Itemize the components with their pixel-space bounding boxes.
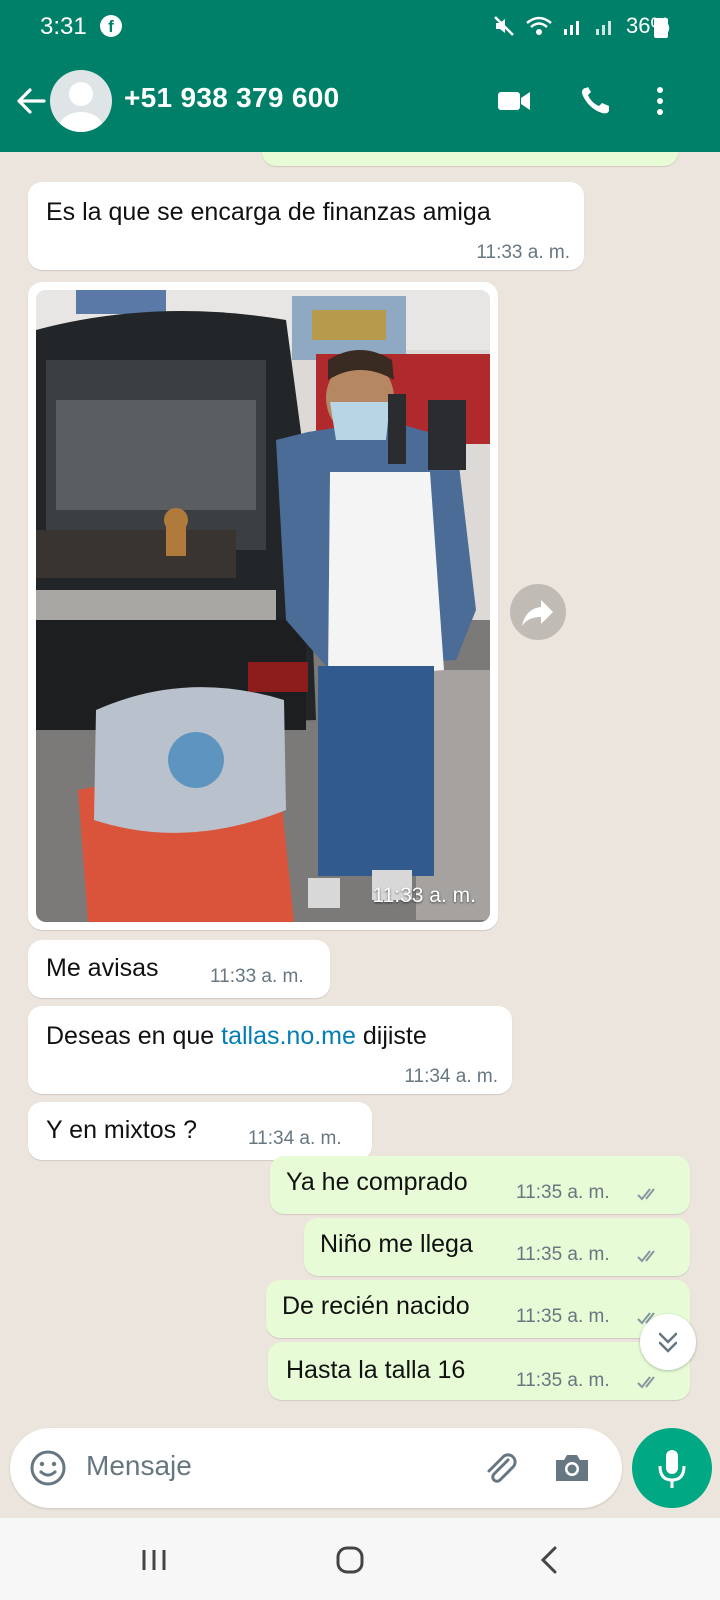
read-receipt-icon (637, 1250, 655, 1263)
message-bubble-outgoing[interactable]: Niño me llega 11:35 a. m. (304, 1218, 690, 1276)
message-time: 11:35 a. m. (516, 1370, 610, 1391)
message-bubble-outgoing[interactable]: Ya he comprado 11:35 a. m. (270, 1156, 690, 1214)
battery-icon (654, 18, 668, 38)
message-time: 11:35 a. m. (516, 1306, 610, 1327)
message-bubble-incoming[interactable]: Me avisas 11:33 a. m. (28, 940, 330, 998)
message-time: 11:35 a. m. (516, 1182, 610, 1203)
home-icon[interactable] (330, 1540, 370, 1580)
message-bubble-incoming[interactable]: Es la que se encarga de finanzas amiga 1… (28, 182, 584, 270)
mute-icon (494, 16, 514, 36)
recent-apps-icon[interactable] (134, 1540, 174, 1580)
avatar[interactable] (50, 70, 112, 132)
message-link[interactable]: tallas.no.me (221, 1022, 356, 1050)
message-composer[interactable]: Mensaje (10, 1428, 622, 1508)
camera-icon[interactable] (552, 1448, 592, 1488)
message-bubble-incoming[interactable]: Deseas en que tallas.no.me dijiste 11:34… (28, 1006, 512, 1094)
mic-button[interactable] (632, 1428, 712, 1508)
more-options-icon[interactable] (650, 86, 670, 116)
message-text: De recién nacido (282, 1292, 470, 1320)
read-receipt-icon (637, 1188, 655, 1201)
video-call-icon[interactable] (496, 86, 532, 116)
message-text: Es la que se encarga de finanzas amiga (46, 198, 491, 226)
message-time: 11:33 a. m. (210, 966, 304, 987)
scroll-to-bottom-button[interactable] (640, 1314, 696, 1370)
status-icons: 36% (492, 13, 670, 39)
chat-header: +51 938 379 600 (0, 70, 720, 136)
image-message-time: 11:33 a. m. (372, 884, 476, 907)
message-time: 11:35 a. m. (516, 1244, 610, 1265)
phone-icon[interactable] (578, 86, 614, 116)
facebook-notification-icon: f (100, 15, 122, 37)
message-text: Y en mixtos ? (46, 1116, 198, 1144)
chat-area[interactable]: Es la que se encarga de finanzas amiga 1… (0, 152, 720, 1420)
message-time: 11:34 a. m. (404, 1066, 498, 1087)
wifi-icon (526, 16, 552, 35)
contact-name[interactable]: +51 938 379 600 (124, 82, 339, 114)
emoji-icon[interactable] (28, 1448, 68, 1488)
message-text: Hasta la talla 16 (286, 1356, 466, 1384)
message-text: Niño me llega (320, 1230, 473, 1258)
signal-2-icon (595, 21, 611, 35)
message-text: Deseas en que tallas.no.me dijiste (46, 1022, 427, 1050)
message-time: 11:33 a. m. (476, 242, 570, 263)
signal-icon (563, 21, 579, 35)
forward-icon[interactable] (510, 584, 566, 640)
status-bar: 3:31 f 36% (0, 10, 720, 50)
attach-icon[interactable] (480, 1448, 520, 1488)
message-bubble-incoming[interactable]: Y en mixtos ? 11:34 a. m. (28, 1102, 372, 1160)
message-input[interactable]: Mensaje (86, 1450, 192, 1482)
message-bubble-outgoing[interactable]: De recién nacido 11:35 a. m. (266, 1280, 690, 1338)
status-time: 3:31 (40, 13, 87, 40)
message-text: Ya he comprado (286, 1168, 468, 1196)
back-icon[interactable] (530, 1540, 570, 1580)
message-time: 11:34 a. m. (248, 1128, 342, 1149)
image-message[interactable]: 11:33 a. m. (28, 282, 498, 930)
back-arrow-icon[interactable] (14, 84, 48, 118)
read-receipt-icon (637, 1376, 655, 1389)
message-bubble-partial (262, 152, 678, 166)
message-bubble-outgoing[interactable]: Hasta la talla 16 11:35 a. m. (268, 1342, 690, 1400)
message-text: Me avisas (46, 954, 159, 982)
system-nav-bar (0, 1518, 720, 1600)
photo[interactable] (36, 290, 490, 922)
app-header: 3:31 f 36% +51 938 379 600 (0, 0, 720, 152)
